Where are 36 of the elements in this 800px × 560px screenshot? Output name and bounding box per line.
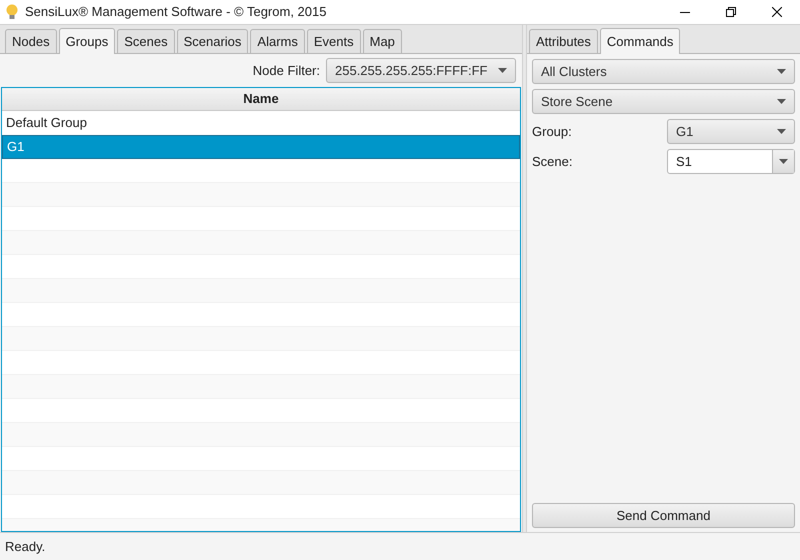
select-value: G1	[676, 122, 694, 141]
tab[interactable]: Events	[306, 29, 361, 53]
table-cell-text: Default Group	[6, 114, 87, 132]
lightbulb-icon	[6, 4, 18, 20]
caret-icon	[779, 159, 788, 164]
field-label: Group:	[532, 122, 572, 141]
tab[interactable]: Scenes	[117, 29, 175, 53]
scene-combo-box[interactable]: S1	[667, 149, 795, 174]
group-select[interactable]: G1	[667, 119, 795, 144]
tab[interactable]: Scenarios	[176, 29, 248, 53]
select-value: 255.255.255.255:FFFF:FF	[335, 62, 488, 80]
tab[interactable]: Map	[362, 29, 402, 53]
caret-icon	[777, 69, 786, 74]
select-value: All Clusters	[541, 62, 607, 81]
tab[interactable]: Attributes	[529, 29, 598, 53]
status-text: Ready.	[5, 538, 46, 556]
window-title: SensiLux® Management Software - © Tegrom, 2015	[25, 3, 326, 22]
send-command-button[interactable]: Send Command	[532, 503, 795, 528]
node-filter-select[interactable]: 255.255.255.255:FFFF:FF	[326, 58, 516, 83]
restore-icon	[726, 7, 736, 17]
node-filter-label: Node Filter:	[252, 62, 320, 80]
combo-value: S1	[675, 153, 693, 171]
select-value: Store Scene	[541, 92, 613, 111]
cluster-select[interactable]: All Clusters	[532, 59, 795, 84]
close-icon	[772, 7, 782, 17]
caret-icon	[498, 68, 507, 73]
tab[interactable]: Alarms	[250, 29, 305, 53]
tab[interactable]: Nodes	[5, 29, 57, 53]
column-header: Name	[2, 88, 520, 111]
table-cell-text: G1	[7, 138, 24, 156]
tab[interactable]: Commands	[600, 28, 680, 54]
field-label: Scene:	[532, 152, 572, 171]
command-select[interactable]: Store Scene	[532, 89, 795, 114]
tab[interactable]: Groups	[58, 28, 116, 54]
caret-icon	[777, 129, 786, 134]
caret-icon	[777, 99, 786, 104]
